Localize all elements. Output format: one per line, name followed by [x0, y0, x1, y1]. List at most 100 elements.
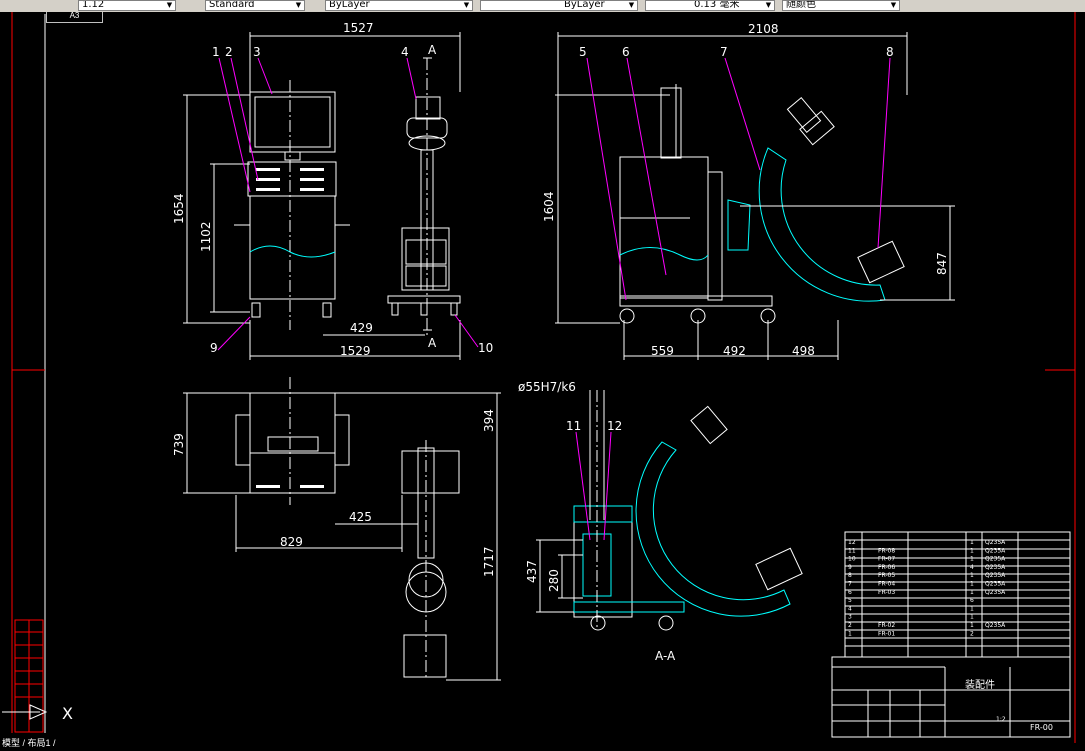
parts-row-cell: Q235A [985, 564, 1006, 571]
parts-row-cell: Q235A [985, 547, 1006, 554]
parts-row-cell: 6 [848, 589, 852, 596]
parts-row-cell: 1 [970, 589, 974, 596]
parts-row-cell: FR-06 [878, 564, 895, 571]
arm-joint [727, 199, 751, 251]
layer-select[interactable]: ByLayer ▼ [325, 0, 473, 11]
lineweight-icon [60, 0, 76, 11]
parts-row-cell: FR-01 [878, 630, 895, 637]
top-side-cabinet [401, 450, 460, 494]
dim-394: 394 [482, 409, 496, 432]
top-handle-right [335, 414, 350, 466]
chevron-down-icon: ▼ [463, 1, 470, 9]
parts-row-cell: 8 [848, 572, 852, 579]
dim-1717: 1717 [482, 546, 496, 577]
wheel-right [322, 302, 332, 318]
dim-1654: 1654 [172, 193, 186, 224]
monitor-screen [254, 96, 331, 148]
drawing-number: FR-00 [1030, 723, 1053, 732]
dim-559: 559 [651, 344, 674, 358]
dim-425: 425 [349, 510, 372, 524]
front-view [234, 80, 350, 330]
side-base [387, 295, 461, 304]
label-4: 4 [401, 45, 409, 59]
cabinet-body [249, 195, 336, 300]
parts-row-cell: Q235A [985, 581, 1006, 588]
linetype-select[interactable]: ByLayer ▼ [480, 0, 638, 11]
dim-829: 829 [280, 535, 303, 549]
c-arm-side-view [619, 84, 905, 324]
ucs-icon [2, 704, 48, 720]
label-2: 2 [225, 45, 233, 59]
parts-row-cell: 2 [970, 630, 974, 637]
label-7: 7 [720, 45, 728, 59]
wheel-a [619, 308, 635, 324]
label-3: 3 [253, 45, 261, 59]
monitor-stand [284, 151, 301, 161]
chevron-down-icon: ▼ [295, 1, 302, 9]
plotstyle-select[interactable]: 随颜色 ▼ [782, 0, 900, 11]
parts-row-cell: 12 [848, 539, 856, 546]
parts-row-cell: 1 [970, 547, 974, 554]
parts-row-cell: 1 [970, 605, 974, 612]
parts-row-cell: 9 [848, 564, 852, 571]
linetype-value: ByLayer [564, 0, 605, 10]
lineweight-value: 1.12 [82, 0, 105, 10]
chevron-down-icon: ▼ [890, 1, 897, 9]
label-6: 6 [622, 45, 630, 59]
wave-line-2 [619, 247, 709, 261]
parts-row-cell: 4 [848, 605, 852, 612]
dim-847: 847 [935, 252, 949, 275]
dimension-texts: 1527 1654 1102 429 1529 2108 1604 847 55… [172, 21, 949, 592]
cart-column [707, 171, 723, 301]
section-detector [755, 547, 803, 591]
parts-row-cell: 5 [848, 597, 852, 604]
top-cabinet [249, 392, 336, 494]
side-drawer-1 [405, 239, 447, 265]
title-block [831, 531, 1071, 738]
parts-row-cell: 1 [970, 572, 974, 579]
lineweight2-select[interactable]: 0.13 毫米 ▼ [645, 0, 775, 11]
dim-492: 492 [723, 344, 746, 358]
parts-row-cell: 11 [848, 547, 856, 554]
parts-row-cell: 2 [848, 622, 852, 629]
section-top-plate [573, 505, 633, 523]
parts-row-cell: 4 [970, 564, 974, 571]
label-10: 10 [478, 341, 493, 355]
lineweight-select[interactable]: 1.12 ▼ [78, 0, 176, 11]
title-name: 装配件 [965, 678, 995, 691]
parts-row-cell: FR-02 [878, 622, 895, 629]
dimension-lines-2 [555, 32, 955, 360]
parts-row-cell: FR-05 [878, 572, 895, 579]
chevron-down-icon: ▼ [765, 1, 772, 9]
parts-row-cell: 1 [970, 539, 974, 546]
wave-line [249, 245, 336, 258]
parts-row-cell: 10 [848, 556, 856, 563]
toolbar-handle-icon [2, 0, 18, 11]
drawing-canvas[interactable]: 1527 1654 1102 429 1529 2108 1604 847 55… [0, 12, 1085, 743]
xray-head [415, 96, 441, 120]
parts-row-cell: 1 [970, 622, 974, 629]
label-8: 8 [886, 45, 894, 59]
textstyle-icon [183, 0, 199, 11]
dim-2108: 2108 [748, 22, 779, 36]
monitor [249, 91, 336, 153]
textstyle-select[interactable]: Standard ▼ [205, 0, 305, 11]
label-12: 12 [607, 419, 622, 433]
section-wheel-1 [590, 615, 606, 631]
parts-row-cell: FR-03 [878, 589, 895, 596]
lineweight2-value: 0.13 毫米 [694, 0, 740, 10]
dim-1529: 1529 [340, 344, 371, 358]
layout-tabs[interactable]: 模型 / 布局1 / [0, 733, 200, 748]
top-base-block [403, 634, 447, 678]
parts-row-cell: FR-04 [878, 581, 895, 588]
wheel-left [251, 302, 261, 318]
label-1: 1 [212, 45, 220, 59]
parts-row-cell: Q235A [985, 589, 1006, 596]
dim-739: 739 [172, 433, 186, 456]
parts-row-cell: 6 [970, 597, 974, 604]
side-wheel-3 [450, 302, 458, 316]
parts-row-cell: 3 [848, 614, 852, 621]
dim-1604: 1604 [542, 191, 556, 222]
dim-1102: 1102 [199, 221, 213, 252]
ucs-x-label: X [62, 704, 73, 723]
